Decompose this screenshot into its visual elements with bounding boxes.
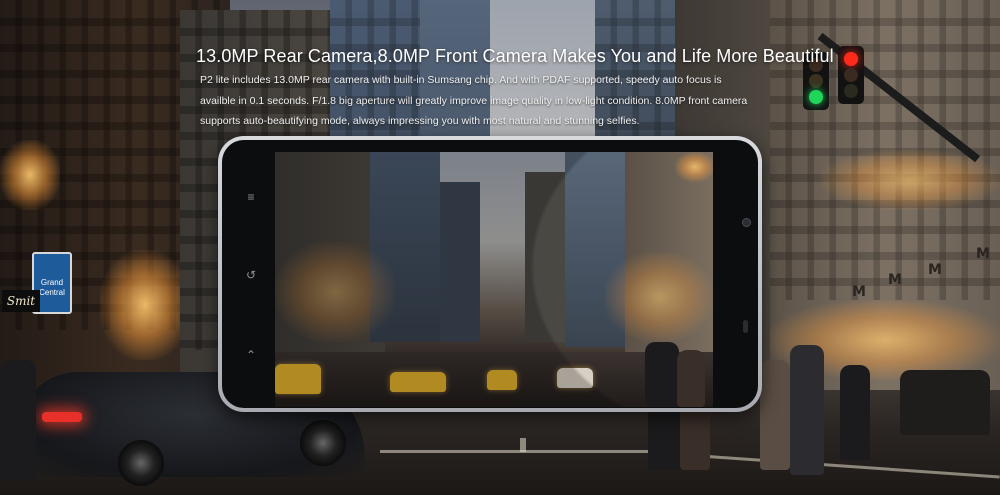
home-icon: ⌃ xyxy=(245,348,257,362)
body-line: supports auto-beautifying mode, always i… xyxy=(200,115,640,127)
body-line: P2 lite includes 13.0MP rear camera with… xyxy=(200,74,722,86)
car-wheel xyxy=(118,440,164,486)
sensor-icon xyxy=(743,320,748,333)
car-tail-light xyxy=(42,412,82,422)
menu-icon: ≡ xyxy=(247,190,255,204)
phone-screen-photo xyxy=(275,152,713,407)
pedestrian xyxy=(840,365,870,460)
front-camera-icon xyxy=(742,218,751,227)
pedestrian xyxy=(790,345,824,475)
store-banner-letter: M xyxy=(852,284,866,300)
crowd xyxy=(900,370,990,435)
headline: 13.0MP Rear Camera,8.0MP Front Camera Ma… xyxy=(196,46,834,66)
phone-bezel: ≡ ↺ ⌃ xyxy=(222,140,758,408)
body-copy: P2 lite includes 13.0MP rear camera with… xyxy=(200,70,780,132)
pedestrian xyxy=(0,360,36,480)
taxi xyxy=(390,372,446,392)
store-banner-letter: M xyxy=(928,262,942,278)
body-line: availble in 0.1 seconds. F/1.8 big apert… xyxy=(200,94,748,107)
store-banner-letter: M xyxy=(976,246,990,262)
store-banner-letter: M xyxy=(888,272,902,288)
smith-shop-sign: Smit xyxy=(2,290,40,312)
taxi xyxy=(487,370,517,390)
taxi xyxy=(275,364,321,394)
lit-window xyxy=(0,140,60,210)
pedestrian xyxy=(645,342,679,407)
pedestrian xyxy=(760,360,790,470)
pedestrian xyxy=(677,350,705,407)
traffic-light xyxy=(838,46,864,104)
lit-storefront xyxy=(100,250,190,360)
car-wheel xyxy=(300,420,346,466)
lane-marking xyxy=(520,438,526,452)
smartphone: ≡ ↺ ⌃ xyxy=(218,136,762,412)
city-street-scene: M M M M Grand Central Smit 13.0MP Rear C… xyxy=(0,0,1000,495)
car xyxy=(557,368,593,388)
back-icon: ↺ xyxy=(245,268,257,282)
